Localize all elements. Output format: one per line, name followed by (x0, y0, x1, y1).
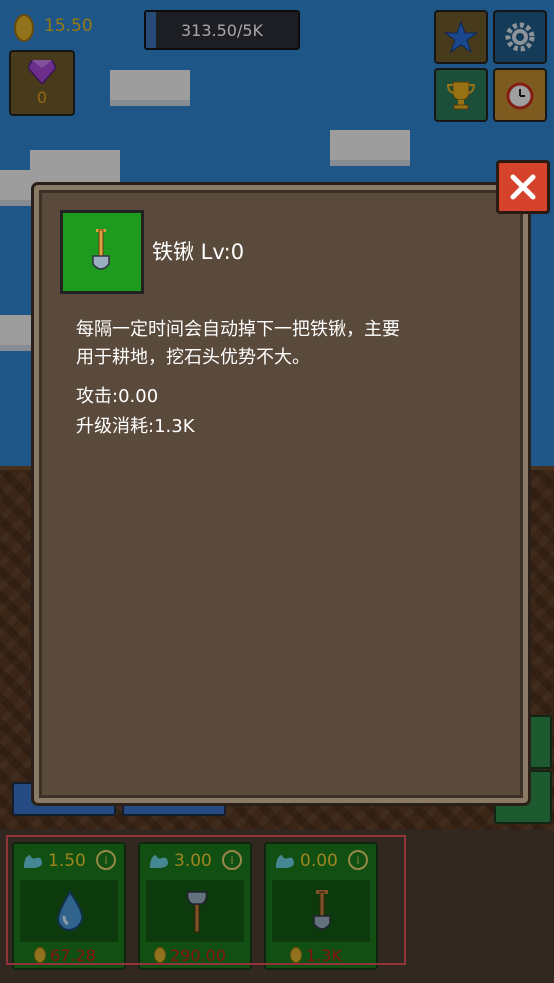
close-icon (510, 174, 536, 200)
item-icon-box (60, 210, 144, 294)
item-upgrade-cost: 升级消耗:1.3K (76, 416, 195, 437)
item-attack: 攻击:0.00 (76, 386, 159, 407)
shovel-icon (92, 229, 110, 270)
close-button[interactable] (496, 160, 550, 214)
item-description: 每隔一定时间会自动掉下一把铁锹，主要 用于耕地，挖石头优势不大。 (76, 319, 400, 368)
item-title: 铁锹 Lv:0 (152, 240, 245, 264)
